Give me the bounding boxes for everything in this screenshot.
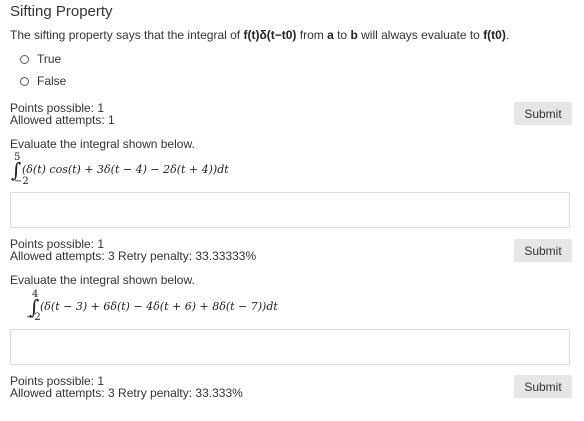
statement-lower-bound: a xyxy=(327,28,334,42)
q2-integral: 5 ∫ −2 (δ(t) cos(t) + 3δ(t − 4) − 2δ(t +… xyxy=(10,152,270,187)
q2-lower-limit: −2 xyxy=(14,176,29,187)
statement-text-to: to xyxy=(333,28,351,42)
statement-text-pre: The sifting property says that the integ… xyxy=(10,28,244,42)
q2-integrand: (δ(t) cos(t) + 3δ(t − 4) − 2δ(t + 4))dt xyxy=(22,163,229,176)
option-false-label: False xyxy=(37,74,67,88)
option-false[interactable]: False xyxy=(20,74,66,88)
statement-text-end: . xyxy=(505,28,510,42)
q1-attempts: Allowed attempts: 1 xyxy=(10,113,115,127)
q3-prompt: Evaluate the integral shown below. xyxy=(10,273,195,287)
q3-answer-input[interactable] xyxy=(10,329,570,365)
statement-expression: f(t)δ(t−t0) xyxy=(243,28,297,42)
statement-upper-bound: b xyxy=(350,28,358,42)
statement-result: f(t0) xyxy=(483,28,506,42)
q3-integrand: (δ(t − 3) + 6δ(t) − 4δ(t + 6) + 8δ(t − 7… xyxy=(40,300,278,313)
radio-true[interactable] xyxy=(20,54,29,64)
statement-text-mid: from xyxy=(296,28,328,42)
q2-answer-input[interactable] xyxy=(10,192,570,228)
question-statement: The sifting property says that the integ… xyxy=(10,28,509,42)
q2-submit-button[interactable]: Submit xyxy=(514,239,572,262)
option-true[interactable]: True xyxy=(20,52,61,66)
radio-false[interactable] xyxy=(20,76,29,86)
q3-submit-button[interactable]: Submit xyxy=(514,375,572,398)
option-true-label: True xyxy=(37,52,62,66)
q3-attempts: Allowed attempts: 3 Retry penalty: 33.33… xyxy=(10,386,243,400)
statement-text-post: will always evaluate to xyxy=(357,28,484,42)
question-title: Sifting Property xyxy=(10,3,113,20)
q3-integral: 4 ∫ −2 (δ(t − 3) + 6δ(t) − 4δ(t + 6) + 8… xyxy=(10,289,290,323)
q3-lower-limit: −2 xyxy=(26,312,41,323)
q2-prompt: Evaluate the integral shown below. xyxy=(10,137,195,151)
q1-submit-button[interactable]: Submit xyxy=(514,102,572,125)
q2-attempts: Allowed attempts: 3 Retry penalty: 33.33… xyxy=(10,249,257,263)
